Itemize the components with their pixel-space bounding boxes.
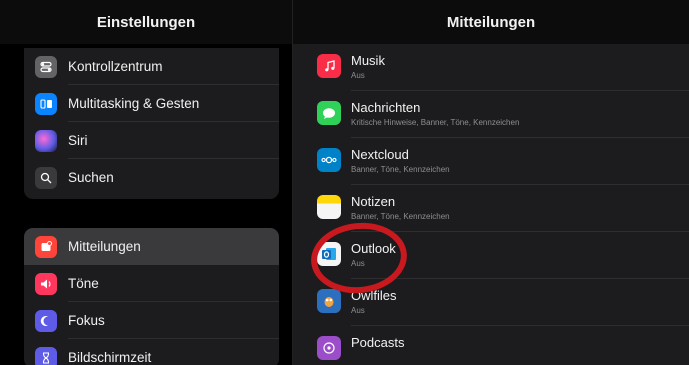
app-name: Musik — [351, 53, 385, 68]
app-status: Aus — [351, 306, 365, 315]
sidebar-item-suchen[interactable]: Suchen — [24, 159, 279, 196]
settings-sidebar: Einstellungen Kontrollzentrum Multitaski… — [0, 0, 292, 365]
app-status: Aus — [351, 71, 365, 80]
siri-icon — [35, 129, 57, 152]
speaker-icon — [35, 272, 57, 295]
podcasts-icon — [317, 336, 341, 360]
notifications-icon — [35, 235, 57, 258]
sidebar-item-label: Siri — [68, 133, 88, 148]
app-status: Kritische Hinweise, Banner, Töne, Kennze… — [351, 118, 520, 127]
sidebar-group-1: Kontrollzentrum Multitasking & Gesten Si… — [24, 48, 279, 199]
notes-icon — [317, 195, 341, 219]
app-row-nachrichten[interactable]: Nachrichten Kritische Hinweise, Banner, … — [293, 91, 689, 138]
hourglass-icon — [35, 346, 57, 365]
app-row-nextcloud[interactable]: Nextcloud Banner, Töne, Kennzeichen — [293, 138, 689, 185]
sidebar-item-label: Bildschirmzeit — [68, 350, 152, 365]
app-status: Banner, Töne, Kennzeichen — [351, 165, 450, 174]
app-status: Banner, Töne, Kennzeichen — [351, 212, 450, 221]
sidebar-item-mitteilungen[interactable]: Mitteilungen — [24, 228, 279, 265]
toggles-icon — [35, 55, 57, 78]
app-name: Podcasts — [351, 335, 405, 350]
sidebar-item-label: Kontrollzentrum — [68, 59, 163, 74]
messages-icon — [317, 101, 341, 125]
app-row-podcasts[interactable]: Podcasts — [293, 326, 689, 365]
app-name: Notizen — [351, 194, 396, 209]
sidebar-item-label: Multitasking & Gesten — [68, 96, 200, 111]
app-row-musik[interactable]: Musik Aus — [293, 44, 689, 91]
sidebar-title: Einstellungen — [0, 0, 292, 44]
sidebar-item-label: Fokus — [68, 313, 105, 328]
sidebar-item-kontrollzentrum[interactable]: Kontrollzentrum — [24, 48, 279, 85]
moon-icon — [35, 309, 57, 332]
owl-icon — [317, 289, 341, 313]
app-name: Nextcloud — [351, 147, 409, 162]
pane-title: Mitteilungen — [293, 0, 689, 44]
sidebar-item-label: Suchen — [68, 170, 114, 185]
search-icon — [35, 166, 57, 189]
sidebar-item-fokus[interactable]: Fokus — [24, 302, 279, 339]
multitasking-icon — [35, 92, 57, 115]
nextcloud-icon — [317, 148, 341, 172]
app-name: Nachrichten — [351, 100, 421, 115]
sidebar-item-label: Töne — [68, 276, 99, 291]
sidebar-item-toene[interactable]: Töne — [24, 265, 279, 302]
sidebar-item-bildschirmzeit[interactable]: Bildschirmzeit — [24, 339, 279, 365]
sidebar-item-multitasking[interactable]: Multitasking & Gesten — [24, 85, 279, 122]
music-icon — [317, 54, 341, 78]
sidebar-item-label: Mitteilungen — [68, 239, 141, 254]
sidebar-group-2: Mitteilungen Töne Fokus Bildschirmzeit — [24, 228, 279, 365]
sidebar-item-siri[interactable]: Siri — [24, 122, 279, 159]
notifications-pane: Mitteilungen Musik Aus Nachrichten Kriti… — [293, 0, 689, 365]
